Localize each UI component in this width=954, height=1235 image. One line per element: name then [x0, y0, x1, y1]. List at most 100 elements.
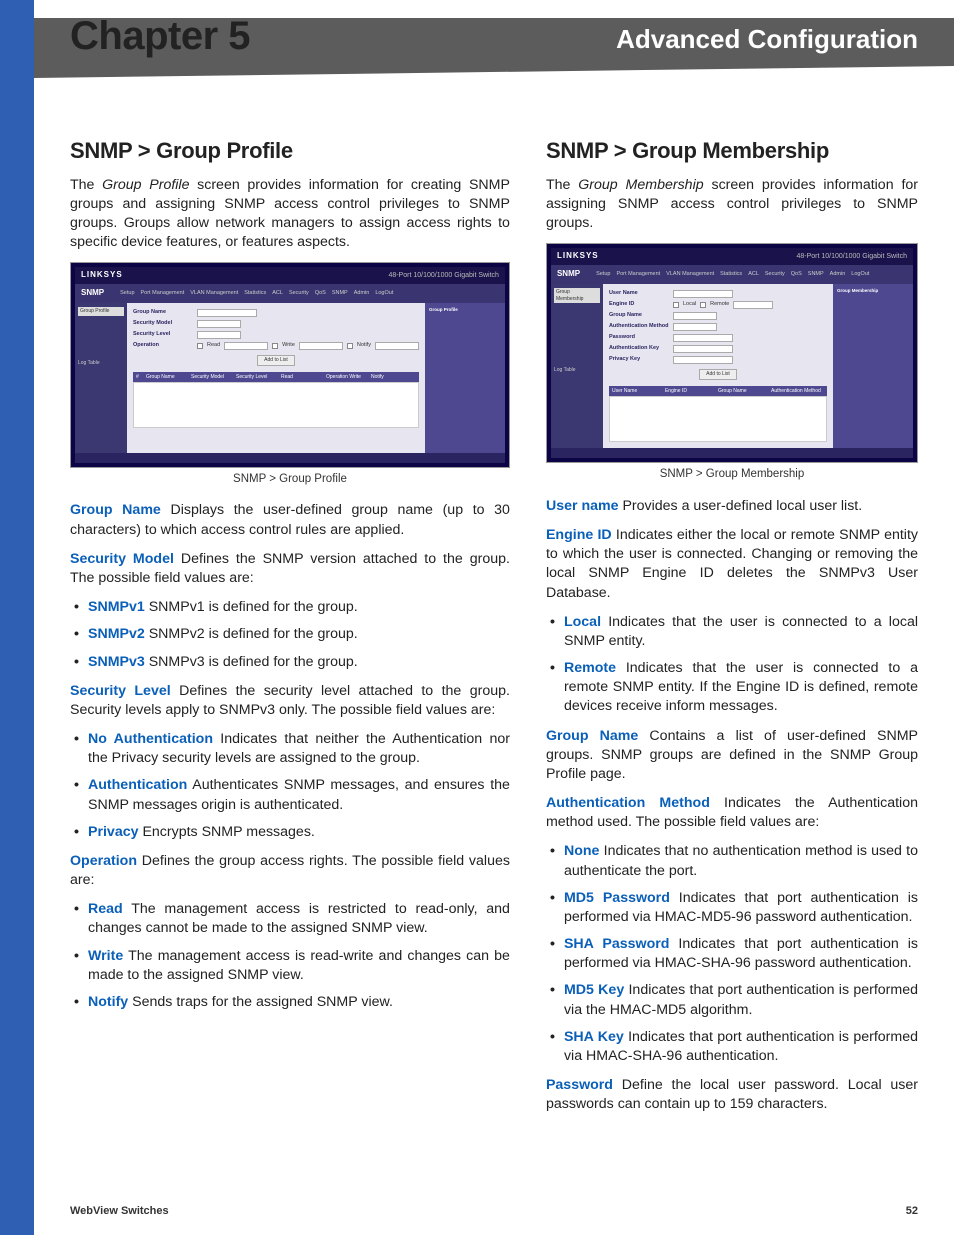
nav-item: SNMP [332, 290, 348, 297]
term: SHA Password [564, 936, 669, 952]
th: User Name [612, 388, 665, 395]
model-label: 48-Port 10/100/1000 Gigabit Switch [796, 252, 907, 261]
th: Operation Write [326, 374, 371, 381]
term: Remote [564, 660, 616, 676]
select [673, 323, 717, 331]
input [197, 309, 257, 317]
lbl: Operation [133, 342, 193, 349]
footer-left: WebView Switches [70, 1205, 169, 1217]
th: Read [281, 374, 326, 381]
lbl: Security Model [133, 320, 193, 327]
text: The management access is read-write and … [88, 948, 510, 983]
text: The [546, 177, 578, 193]
shot-topbar: LINKSYS 48-Port 10/100/1000 Gigabit Swit… [551, 248, 913, 265]
term: Notify [88, 994, 128, 1010]
page: Chapter 5 Advanced Configuration SNMP > … [0, 0, 954, 1235]
select [299, 342, 343, 350]
engine-id-list: Local Indicates that the user is connect… [546, 613, 918, 717]
help-heading: Group Membership [837, 288, 909, 293]
checkbox [347, 343, 353, 349]
term: MD5 Password [564, 890, 670, 906]
list-item: None Indicates that no authentication me… [546, 842, 918, 880]
screenshot-inner: LINKSYS 48-Port 10/100/1000 Gigabit Swit… [75, 267, 505, 463]
term: None [564, 843, 599, 859]
text: Indicates that the user is connected to … [564, 660, 918, 714]
add-button: Add to List [257, 355, 295, 366]
select [197, 331, 241, 339]
shot-nav: SNMP Setup Port Management VLAN Manageme… [75, 284, 505, 303]
term: Operation [70, 853, 137, 869]
security-level-list: No Authentication Indicates that neither… [70, 730, 510, 842]
lbl: Notify [357, 342, 371, 349]
model-label: 48-Port 10/100/1000 Gigabit Switch [388, 271, 499, 280]
text: The [70, 177, 102, 193]
auth-method-list: None Indicates that no authentication me… [546, 842, 918, 1066]
screenshot-caption: SNMP > Group Membership [546, 467, 918, 483]
list-item: SNMPv1 SNMPv1 is defined for the group. [70, 598, 510, 617]
nav-item: LogOut [375, 290, 393, 297]
text-emph: Group Membership [578, 177, 703, 193]
snmp-title: SNMP [81, 288, 104, 299]
input [673, 290, 733, 298]
nav-item: Security [289, 290, 309, 297]
term: Password [546, 1077, 613, 1093]
list-item: Remote Indicates that the user is connec… [546, 659, 918, 717]
logo: LINKSYS [81, 270, 123, 281]
footer-page-number: 52 [906, 1205, 918, 1217]
nav-item: LogOut [851, 271, 869, 278]
lbl: Write [282, 342, 295, 349]
text: SNMPv1 is defined for the group. [145, 599, 358, 615]
lbl: Authentication Key [609, 345, 669, 352]
term: Privacy [88, 824, 139, 840]
nav-item: ACL [272, 290, 283, 297]
term: Engine ID [546, 527, 612, 543]
section-title: Advanced Configuration [616, 24, 918, 55]
list-item: Write The management access is read-writ… [70, 947, 510, 985]
nav-item: Setup [120, 290, 134, 297]
right-intro: The Group Membership screen provides inf… [546, 176, 918, 234]
term: SNMPv2 [88, 626, 145, 642]
page-header: Chapter 5 Advanced Configuration [34, 0, 954, 86]
para: User name Provides a user-defined local … [546, 497, 918, 516]
term: SHA Key [564, 1029, 624, 1045]
lbl: Password [609, 334, 669, 341]
lbl: Read [207, 342, 220, 349]
term: MD5 Key [564, 982, 624, 998]
list-item: SNMPv3 SNMPv3 is defined for the group. [70, 653, 510, 672]
term: Local [564, 614, 601, 630]
text: Sends traps for the assigned SNMP view. [128, 994, 393, 1010]
table-header: User Name Engine ID Group Name Authentic… [609, 386, 827, 397]
lbl: Local [683, 301, 696, 308]
th: Notify [371, 374, 416, 381]
nav-item: SNMP [808, 271, 824, 278]
left-intro: The Group Profile screen provides inform… [70, 176, 510, 253]
lbl: Engine ID [609, 301, 669, 308]
th: Authentication Method [771, 388, 824, 395]
term: SNMPv1 [88, 599, 145, 615]
term: SNMPv3 [88, 654, 145, 670]
para: Group Name Displays the user-defined gro… [70, 501, 510, 539]
nav-item: Admin [830, 271, 846, 278]
right-heading: SNMP > Group Membership [546, 136, 918, 166]
th: Security Model [191, 374, 236, 381]
term: Read [88, 901, 123, 917]
screenshot-caption: SNMP > Group Profile [70, 472, 510, 488]
term: Security Level [70, 683, 171, 699]
text: Indicates that the user is connected to … [564, 614, 918, 649]
term: Group Name [70, 502, 161, 518]
list-item: No Authentication Indicates that neither… [70, 730, 510, 768]
para: Security Model Defines the SNMP version … [70, 550, 510, 588]
list-item: Local Indicates that the user is connect… [546, 613, 918, 651]
nav-item: QoS [315, 290, 326, 297]
table-body [133, 382, 419, 428]
list-item: SHA Password Indicates that port authent… [546, 935, 918, 973]
lbl: User Name [609, 290, 669, 297]
shot-footer [551, 448, 913, 458]
sidebar-tab: Log Table [554, 367, 600, 374]
shot-help: Group Profile [425, 303, 505, 453]
text: Provides a user-defined local user list. [619, 498, 863, 514]
list-item: MD5 Password Indicates that port authent… [546, 889, 918, 927]
list-item: MD5 Key Indicates that port authenticati… [546, 981, 918, 1019]
left-column: SNMP > Group Profile The Group Profile s… [70, 136, 510, 1124]
left-accent-bar [0, 0, 34, 1235]
